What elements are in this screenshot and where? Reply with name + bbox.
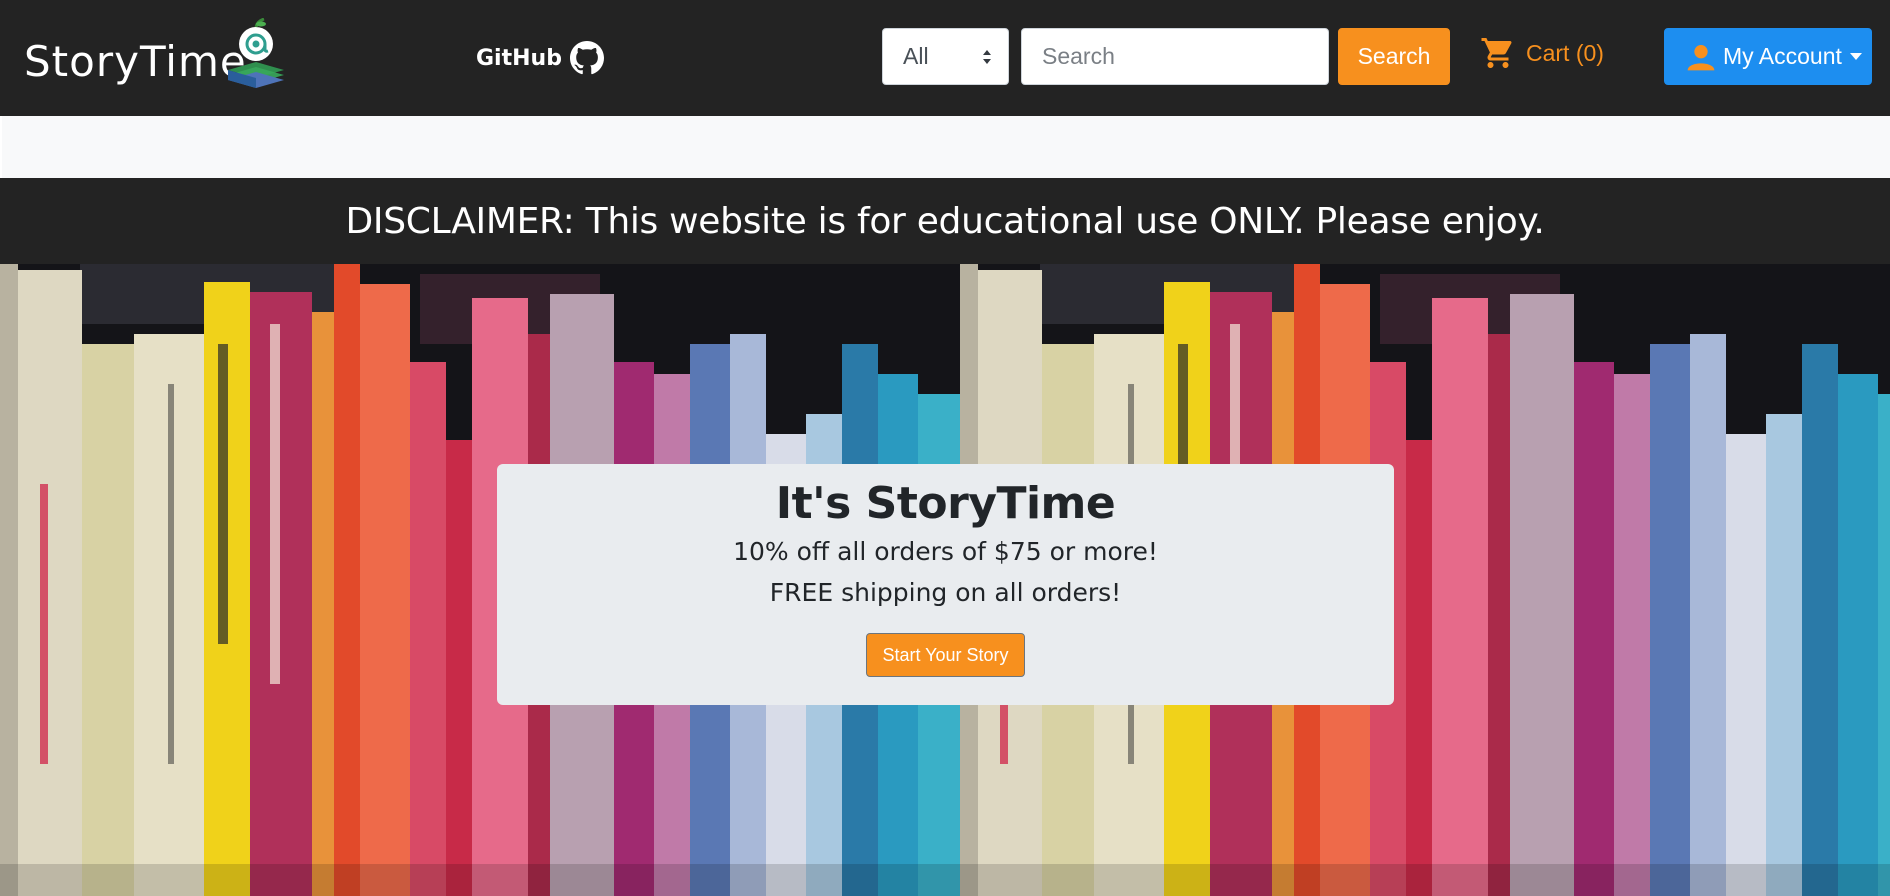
my-account-dropdown[interactable]: My Account <box>1664 28 1872 85</box>
promo-card: It's StoryTime 10% off all orders of $75… <box>497 464 1394 705</box>
dropdown-caret-icon <box>1849 52 1862 60</box>
select-caret-icon <box>983 50 991 64</box>
cart-label: Cart (0) <box>1526 39 1604 66</box>
start-your-story-button[interactable]: Start Your Story <box>866 633 1025 677</box>
category-select-value: All <box>903 43 929 69</box>
github-link[interactable]: GitHub <box>476 38 604 78</box>
github-icon <box>569 41 604 75</box>
brand-link[interactable]: StoryTime <box>24 18 284 92</box>
category-select[interactable]: All <box>882 28 1009 85</box>
promo-shipping-text: FREE shipping on all orders! <box>769 578 1122 607</box>
disclaimer-text: DISCLAIMER: This website is for educatio… <box>345 200 1545 242</box>
secondary-nav-strip <box>2 116 1890 178</box>
search-input[interactable] <box>1021 28 1329 85</box>
brand-name: StoryTime <box>24 36 247 86</box>
cart-icon <box>1481 38 1512 68</box>
search-button[interactable]: Search <box>1338 28 1450 85</box>
top-navbar: StoryTime GitHub All Search Search Cart … <box>0 0 1890 116</box>
promo-discount-text: 10% off all orders of $75 or more! <box>733 537 1158 566</box>
brand-logo-icon <box>228 18 284 88</box>
cart-link[interactable]: Cart (0) <box>1480 33 1604 73</box>
github-label: GitHub <box>476 45 562 71</box>
hero-section: It's StoryTime 10% off all orders of $75… <box>0 264 1890 896</box>
user-icon <box>1687 44 1715 70</box>
disclaimer-banner: DISCLAIMER: This website is for educatio… <box>0 178 1890 264</box>
promo-title: It's StoryTime <box>775 478 1116 529</box>
my-account-label: My Account <box>1723 43 1842 69</box>
